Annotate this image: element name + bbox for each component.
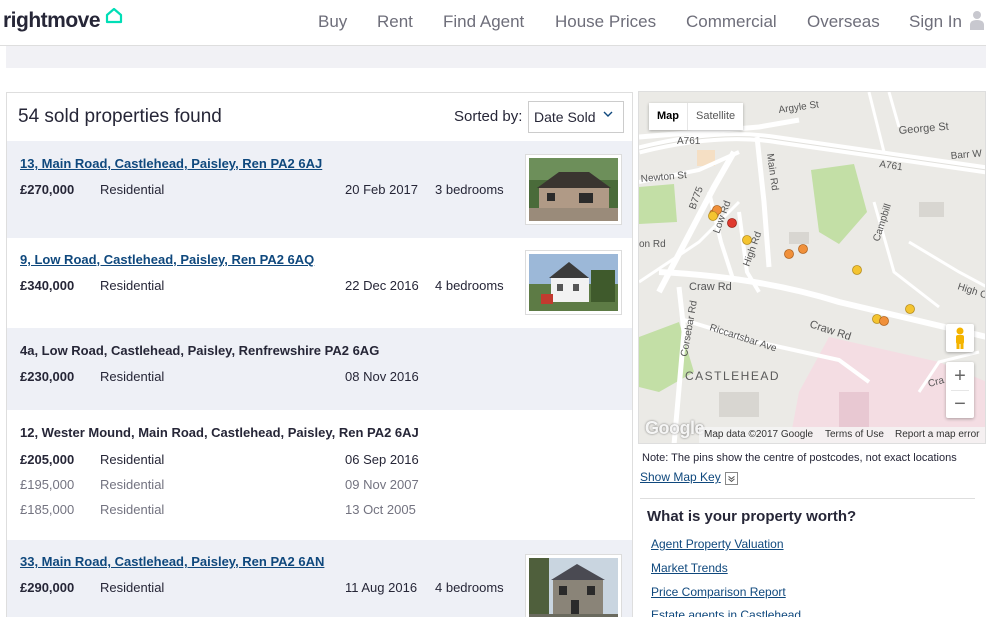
map-note: Note: The pins show the centre of postco… — [642, 452, 957, 464]
sale-price: £205,000 — [20, 452, 75, 467]
results-map[interactable]: Argyle St George St Barr W A761 A761 New… — [638, 91, 986, 444]
sale-date: 08 Nov 2016 — [345, 369, 419, 384]
pegman-button[interactable] — [946, 324, 974, 352]
property-type: Residential — [100, 182, 165, 197]
house-logo-icon — [105, 7, 123, 24]
nav-buy[interactable]: Buy — [318, 12, 347, 32]
map-pin — [905, 304, 915, 314]
house-photo-icon — [529, 158, 618, 221]
results-count-title: 54 sold properties found — [18, 106, 222, 127]
nav-find-agent[interactable]: Find Agent — [443, 12, 524, 32]
zoom-out-button[interactable]: − — [946, 390, 974, 418]
street-label: on Rd — [639, 239, 666, 250]
property-type: Residential — [100, 580, 165, 595]
bedroom-count: 4 bedrooms — [435, 278, 504, 293]
sale-price: £340,000 — [20, 278, 75, 293]
bedroom-count: 3 bedrooms — [435, 182, 504, 197]
sort-label: Sorted by: — [454, 108, 523, 125]
sale-date: 09 Nov 2007 — [345, 477, 419, 492]
house-photo-icon — [529, 558, 618, 617]
previous-sale-price: £185,000 — [20, 502, 75, 517]
property-address-link[interactable]: 33, Main Road, Castlehead, Paisley, Ren … — [20, 554, 324, 569]
nav-house-prices[interactable]: House Prices — [555, 12, 656, 32]
property-type: Residential — [100, 452, 165, 467]
terms-of-use-link[interactable]: Terms of Use — [825, 429, 884, 440]
chevron-down-icon[interactable] — [725, 472, 738, 485]
map-type-control: Map Satellite — [649, 103, 744, 130]
sale-date: 13 Oct 2005 — [345, 502, 416, 517]
user-icon[interactable] — [970, 10, 984, 30]
agent-valuation-link[interactable]: Agent Property Valuation — [651, 537, 784, 551]
map-pin — [708, 211, 718, 221]
area-label: CASTLEHEAD — [685, 369, 780, 383]
divider — [640, 498, 975, 499]
price-comparison-link[interactable]: Price Comparison Report — [651, 585, 786, 599]
property-type: Residential — [100, 369, 165, 384]
property-type: Residential — [100, 502, 165, 517]
map-pin — [742, 235, 752, 245]
bedroom-count: 4 bedrooms — [435, 580, 504, 595]
pegman-icon — [956, 327, 964, 349]
previous-sale-price: £195,000 — [20, 477, 75, 492]
map-type-map-button[interactable]: Map — [649, 103, 687, 130]
market-trends-link[interactable]: Market Trends — [651, 561, 728, 575]
property-row: 33, Main Road, Castlehead, Paisley, Ren … — [7, 540, 632, 617]
results-panel: 54 sold properties found Sorted by: Date… — [6, 92, 633, 617]
estate-agents-link[interactable]: Estate agents in Castlehead — [651, 608, 801, 617]
map-canvas[interactable]: Argyle St George St Barr W A761 A761 New… — [639, 92, 986, 444]
property-address: 4a, Low Road, Castlehead, Paisley, Renfr… — [20, 343, 380, 358]
map-pin — [784, 249, 794, 259]
zoom-in-button[interactable]: + — [946, 362, 974, 390]
nav-overseas[interactable]: Overseas — [807, 12, 880, 32]
map-pin — [727, 218, 737, 228]
map-data-credit: Map data ©2017 Google — [704, 429, 814, 440]
sort-select[interactable]: Date Sold — [528, 101, 624, 133]
nav-rent[interactable]: Rent — [377, 12, 413, 32]
sale-date: 22 Dec 2016 — [345, 278, 419, 293]
property-worth-title: What is your property worth? — [647, 508, 857, 525]
map-type-satellite-button[interactable]: Satellite — [687, 103, 743, 130]
sale-date: 11 Aug 2016 — [345, 580, 418, 595]
property-photo[interactable] — [525, 250, 622, 315]
sale-date: 20 Feb 2017 — [345, 182, 419, 197]
search-bar-band — [6, 46, 986, 68]
rightmove-logo[interactable]: rightmove — [3, 9, 101, 33]
map-pin — [798, 244, 808, 254]
house-photo-icon — [529, 254, 618, 311]
map-pin — [852, 265, 862, 275]
nav-commercial[interactable]: Commercial — [686, 12, 777, 32]
property-address-link[interactable]: 9, Low Road, Castlehead, Paisley, Ren PA… — [20, 252, 314, 267]
property-photo[interactable] — [525, 554, 622, 617]
map-pin — [879, 316, 889, 326]
sale-price: £290,000 — [20, 580, 75, 595]
property-type: Residential — [100, 278, 165, 293]
property-photo[interactable] — [525, 154, 622, 225]
zoom-divider — [951, 390, 969, 391]
site-header: rightmove Buy Rent Find Agent House Pric… — [0, 0, 986, 46]
sale-price: £270,000 — [20, 182, 75, 197]
property-address: 12, Wester Mound, Main Road, Castlehead,… — [20, 425, 419, 440]
property-address-link[interactable]: 13, Main Road, Castlehead, Paisley, Ren … — [20, 156, 322, 171]
property-type: Residential — [100, 477, 165, 492]
show-map-key-link[interactable]: Show Map Key — [640, 470, 721, 484]
street-label: Craw Rd — [689, 281, 732, 293]
sale-date: 06 Sep 2016 — [345, 452, 419, 467]
google-logo[interactable]: Google — [645, 418, 705, 439]
property-row: 12, Wester Mound, Main Road, Castlehead,… — [7, 410, 632, 540]
street-label: A761 — [677, 136, 701, 147]
property-row: 9, Low Road, Castlehead, Paisley, Ren PA… — [7, 238, 632, 328]
property-row: 4a, Low Road, Castlehead, Paisley, Renfr… — [7, 328, 632, 410]
report-map-error-link[interactable]: Report a map error — [895, 429, 979, 440]
map-attribution: Map data ©2017 Google Terms of Use Repor… — [699, 427, 985, 443]
zoom-control: + − — [946, 362, 974, 418]
nav-sign-in[interactable]: Sign In — [909, 12, 962, 32]
chevron-down-icon — [603, 111, 613, 117]
property-row: 13, Main Road, Castlehead, Paisley, Ren … — [7, 141, 632, 238]
sale-price: £230,000 — [20, 369, 75, 384]
